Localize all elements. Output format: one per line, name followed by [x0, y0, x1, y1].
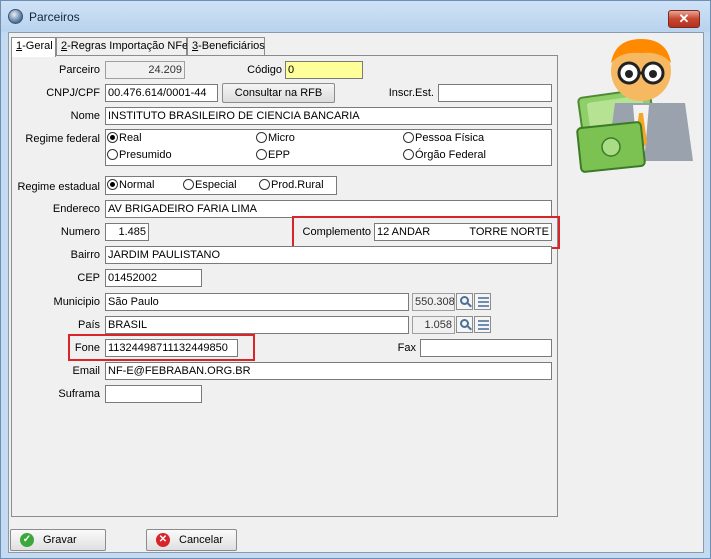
cep-label: CEP	[77, 272, 100, 284]
cancelar-button[interactable]: ✕ Cancelar	[146, 529, 237, 551]
window: Parceiros ✕ 1-Geral 2-Regras Importação …	[0, 0, 711, 559]
pais-code-field: 1.058	[412, 316, 455, 334]
cancel-icon: ✕	[156, 533, 170, 547]
list-icon[interactable]	[474, 316, 491, 333]
radio-selected-icon	[107, 179, 118, 190]
fax-field[interactable]	[420, 339, 552, 357]
endereco-label: Endereco	[52, 203, 100, 215]
close-icon[interactable]: ✕	[668, 10, 700, 28]
radio-icon	[403, 132, 414, 143]
fone-label: Fone	[74, 342, 100, 354]
list-icon[interactable]	[474, 293, 491, 310]
radio-icon	[259, 179, 270, 190]
regime-normal-option[interactable]: Normal	[107, 179, 154, 191]
numero-field[interactable]: 1.485	[105, 223, 149, 241]
suframa-label: Suframa	[58, 388, 100, 400]
codigo-field[interactable]: 0	[285, 61, 363, 79]
radio-icon	[183, 179, 194, 190]
regime-real-option[interactable]: Real	[107, 132, 142, 144]
regime-micro-option[interactable]: Micro	[256, 132, 295, 144]
nome-label: Nome	[70, 110, 100, 122]
regime-estadual-group: Normal Especial Prod.Rural	[105, 176, 337, 195]
inscr-est-label: Inscr.Est.	[388, 87, 434, 99]
search-icon[interactable]	[456, 316, 473, 333]
numero-label: Numero	[60, 226, 100, 238]
regime-orgao-federal-option[interactable]: Órgão Federal	[403, 149, 486, 161]
bairro-field[interactable]: JARDIM PAULISTANO	[105, 246, 552, 264]
email-label: Email	[72, 365, 100, 377]
email-field[interactable]: NF-E@FEBRABAN.ORG.BR	[105, 362, 552, 380]
app-icon	[8, 9, 23, 24]
client-area: 1-Geral 2-Regras Importação NFe 3-Benefi…	[8, 32, 704, 553]
regime-estadual-label: Regime estadual	[17, 181, 100, 193]
cnpj-field[interactable]: 00.476.614/0001-44	[105, 84, 218, 102]
regime-presumido-option[interactable]: Presumido	[107, 149, 172, 161]
regime-prod-rural-option[interactable]: Prod.Rural	[259, 179, 324, 191]
user-mascot-icon	[576, 39, 693, 173]
regime-especial-option[interactable]: Especial	[183, 179, 237, 191]
parceiro-label: Parceiro	[59, 64, 100, 76]
pais-label: País	[77, 319, 100, 331]
fax-label: Fax	[397, 342, 416, 354]
municipio-field[interactable]: São Paulo	[105, 293, 409, 311]
pais-field[interactable]: BRASIL	[105, 316, 409, 334]
cnpj-label: CNPJ/CPF	[46, 87, 100, 99]
radio-icon	[403, 149, 414, 160]
check-icon: ✓	[20, 533, 34, 547]
tab-beneficiarios[interactable]: 3-Beneficiários	[187, 37, 265, 56]
regime-federal-group: Real Micro Pessoa Física Presumido EPP Ó…	[105, 129, 552, 166]
suframa-field[interactable]	[105, 385, 202, 403]
inscr-est-field[interactable]	[438, 84, 552, 102]
regime-epp-option[interactable]: EPP	[256, 149, 290, 161]
codigo-label: Código	[247, 64, 282, 76]
gravar-button[interactable]: ✓ Gravar	[10, 529, 106, 551]
form-panel: Parceiro 24.209 Código 0 CNPJ/CPF 00.476…	[11, 55, 560, 517]
radio-icon	[256, 132, 267, 143]
consultar-rfb-button[interactable]: Consultar na RFB	[222, 83, 335, 103]
municipio-label: Municipio	[53, 296, 100, 308]
cep-field[interactable]: 01452002	[105, 269, 202, 287]
tab-regras-importacao[interactable]: 2-Regras Importação NFe	[56, 37, 188, 56]
bairro-label: Bairro	[70, 249, 100, 261]
nome-field[interactable]: INSTITUTO BRASILEIRO DE CIENCIA BANCARIA	[105, 107, 552, 125]
tab-geral[interactable]: 1-Geral	[11, 37, 56, 57]
fone-field[interactable]: 11324498711132449850	[105, 339, 238, 357]
title-bar: Parceiros ✕	[1, 1, 710, 31]
complemento-field[interactable]: 12 ANDAR TORRE NORTE	[374, 223, 552, 241]
window-title: Parceiros	[29, 10, 80, 24]
parceiro-field: 24.209	[105, 61, 185, 79]
radio-icon	[256, 149, 267, 160]
regime-federal-label: Regime federal	[25, 133, 100, 145]
radio-selected-icon	[107, 132, 118, 143]
regime-pessoa-fisica-option[interactable]: Pessoa Física	[403, 132, 484, 144]
municipio-code-field: 550.308	[412, 293, 455, 311]
radio-icon	[107, 149, 118, 160]
complemento-label: Complemento	[302, 226, 371, 238]
search-icon[interactable]	[456, 293, 473, 310]
